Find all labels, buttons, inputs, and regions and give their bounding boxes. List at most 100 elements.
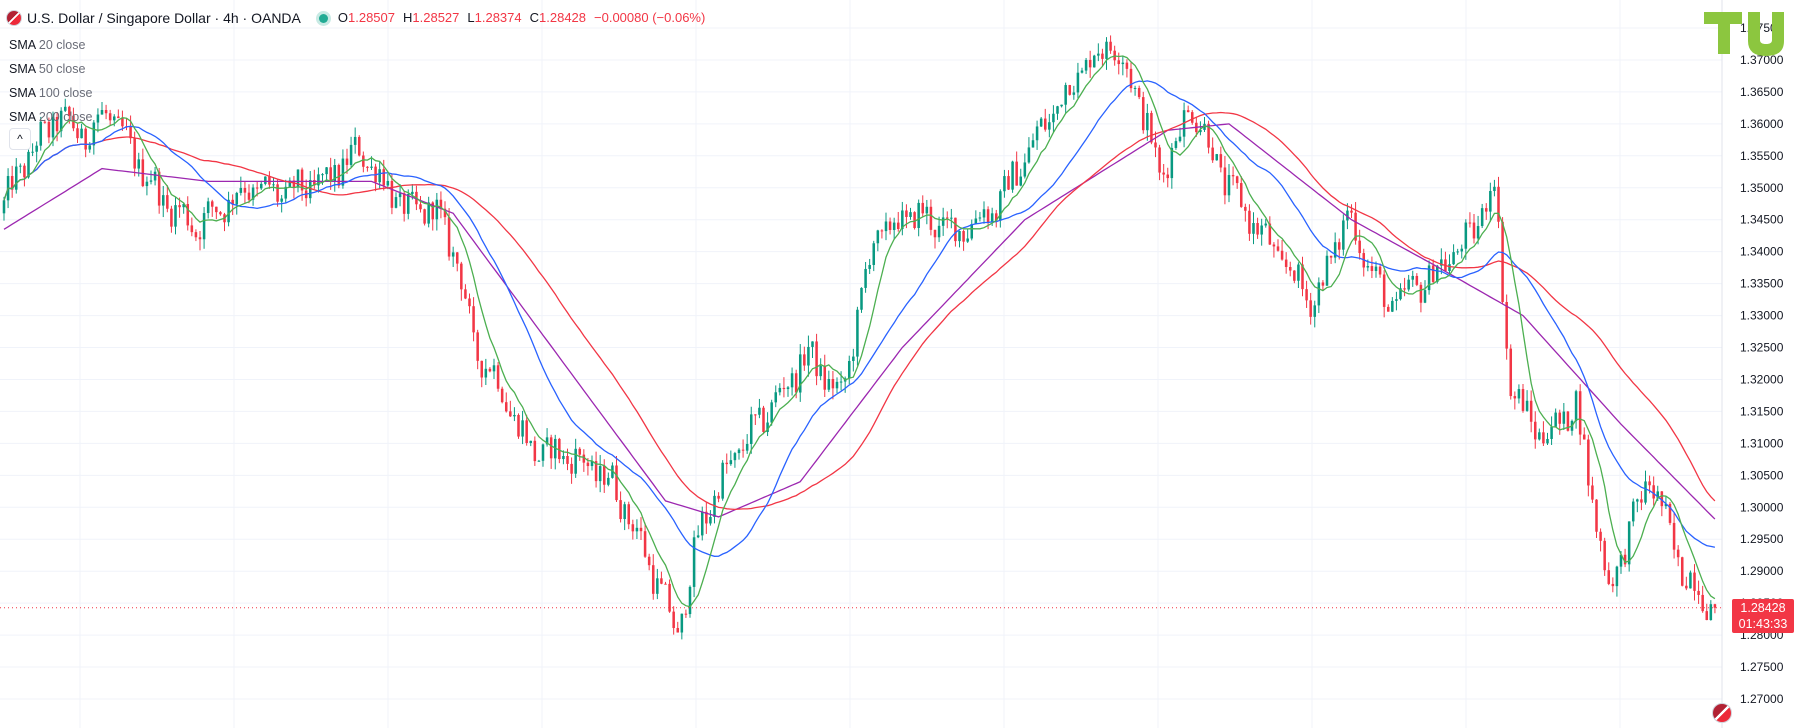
candle-body: [215, 206, 218, 213]
candle-body: [643, 531, 647, 557]
candle-body: [566, 456, 569, 464]
candle-body: [884, 221, 888, 232]
candle-body: [794, 373, 798, 393]
candle-body: [1366, 266, 1370, 268]
candle-body: [296, 169, 300, 188]
candle-body: [770, 402, 773, 423]
candle-body: [1578, 391, 1582, 435]
candle-body: [1595, 499, 1598, 532]
price-chart[interactable]: 1.375001.370001.365001.360001.355001.350…: [0, 0, 1800, 728]
candle-body: [1166, 174, 1170, 179]
study-sma-200[interactable]: SMA 200 close: [9, 105, 92, 129]
candle-body: [1293, 270, 1296, 281]
candle-body: [23, 165, 26, 178]
candle-body: [1284, 259, 1288, 268]
study-sma-50[interactable]: SMA 50 close: [9, 57, 92, 81]
candle-body: [2, 200, 6, 214]
candle-body: [529, 440, 533, 444]
y-tick-label: 1.30000: [1740, 500, 1784, 514]
candle-body: [1117, 60, 1121, 65]
candle-body: [1607, 570, 1611, 584]
candle-body: [631, 524, 635, 532]
candle-body: [1019, 176, 1023, 186]
candle-body: [1056, 106, 1059, 114]
candle-body: [419, 204, 422, 210]
candle-body: [692, 537, 696, 587]
candle-body: [607, 477, 610, 485]
symbol-legend: U.S. Dollar / Singapore Dollar · 4h · OA…: [6, 9, 713, 27]
candle-body: [227, 199, 230, 223]
candle-body: [1644, 481, 1647, 503]
candle-body: [709, 516, 712, 524]
candle-body: [1072, 92, 1076, 95]
candle-body: [933, 229, 937, 238]
candle-body: [754, 414, 757, 416]
candle-body: [1068, 85, 1072, 95]
candle-body: [76, 128, 79, 139]
indicator-legend: SMA 20 close SMA 50 close SMA 100 close …: [9, 33, 92, 129]
y-tick-label: 1.27000: [1740, 692, 1784, 706]
candle-body: [149, 180, 153, 182]
candle-body: [268, 176, 271, 185]
candle-body: [831, 378, 835, 389]
candle-body: [615, 465, 618, 501]
candle-body: [664, 583, 667, 585]
candle-body: [423, 209, 426, 224]
study-sma-20[interactable]: SMA 20 close: [9, 33, 92, 57]
candle-body: [447, 217, 451, 257]
candle-body: [35, 145, 38, 152]
candle-body: [823, 365, 827, 390]
candle-body: [811, 341, 814, 347]
candle-body: [729, 460, 733, 465]
candle-body: [1215, 154, 1219, 161]
candle-body: [1244, 206, 1247, 211]
symbol-title[interactable]: U.S. Dollar / Singapore Dollar · 4h · OA…: [27, 9, 301, 27]
candle-body: [1636, 499, 1639, 502]
candle-body: [398, 193, 402, 198]
currency-flag-icon[interactable]: [1712, 703, 1732, 723]
candle-body: [1280, 250, 1284, 260]
candle-body: [402, 193, 406, 214]
candle-body: [1529, 400, 1533, 422]
collapse-legend-button[interactable]: ^: [9, 128, 31, 150]
candle-body: [1097, 53, 1100, 56]
candle-body: [1693, 572, 1696, 591]
candle-body: [1031, 140, 1035, 148]
candle-body: [1538, 432, 1541, 440]
candle-body: [562, 456, 565, 460]
candle-body: [96, 114, 100, 123]
candle-body: [1321, 282, 1325, 286]
candle-body: [700, 511, 704, 536]
candle-body: [370, 166, 373, 168]
candle-body: [913, 212, 916, 228]
candle-body: [1489, 191, 1492, 212]
candle-body: [1472, 222, 1476, 239]
candle-body: [847, 360, 851, 379]
candle-body: [1411, 275, 1415, 280]
candle-body: [672, 611, 675, 629]
candle-body: [990, 213, 994, 223]
candle-body: [1235, 176, 1239, 184]
candle-body: [717, 495, 720, 499]
candle-body: [1554, 412, 1557, 427]
candle-body: [1080, 70, 1084, 73]
low-label: L: [467, 10, 475, 25]
candle-body: [1305, 289, 1308, 301]
study-sma-100[interactable]: SMA 100 close: [9, 81, 92, 105]
chart-area[interactable]: 1.37500 1.37000 1.36500 1.36000 1.35500 1.350…: [0, 0, 1800, 728]
candle-body: [1350, 210, 1353, 213]
low-value: 1.28374: [474, 10, 522, 25]
candle-body: [468, 298, 471, 307]
candle-body: [255, 187, 259, 189]
candle-body: [353, 136, 357, 145]
candle-body: [219, 212, 222, 215]
candle-body: [815, 341, 818, 377]
candle-body: [1329, 255, 1333, 258]
candle-body: [1431, 265, 1435, 282]
candle-body: [864, 268, 867, 288]
market-status-icon[interactable]: [318, 13, 328, 23]
candle-body: [1039, 118, 1043, 127]
candle-body: [1374, 266, 1378, 272]
candle-body: [1158, 147, 1161, 173]
candle-body: [1227, 175, 1231, 196]
